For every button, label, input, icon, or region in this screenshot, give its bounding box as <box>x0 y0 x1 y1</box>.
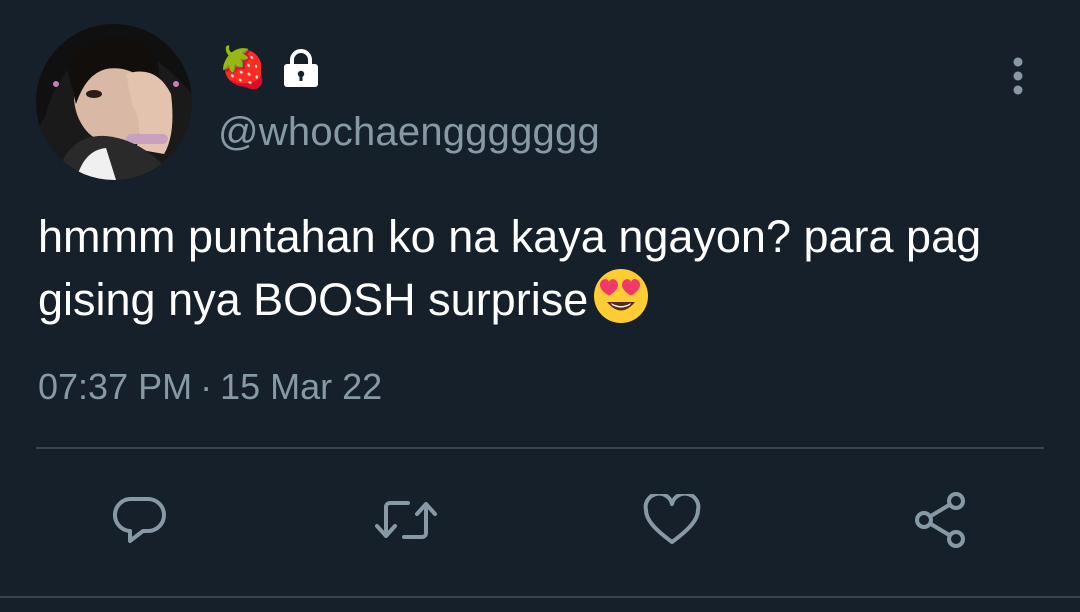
tweet-date: 15 Mar 22 <box>220 366 383 407</box>
tweet-timestamp[interactable]: 07:37 PM · 15 Mar 22 <box>38 366 382 408</box>
display-name[interactable]: 🍓 <box>218 40 322 96</box>
share-icon <box>915 492 965 548</box>
heart-icon <box>643 494 701 544</box>
user-handle[interactable]: @whochaenggggggg <box>218 110 600 155</box>
reply-button[interactable] <box>108 488 172 552</box>
tweet-body: hmmm puntahan ko na kaya ngayon? para pa… <box>38 211 982 325</box>
divider <box>36 447 1044 449</box>
like-button[interactable] <box>640 488 704 552</box>
more-options-button[interactable] <box>998 52 1038 100</box>
retweet-icon <box>375 501 437 539</box>
bottom-divider <box>0 596 1080 598</box>
strawberry-emoji: 🍓 <box>218 46 268 90</box>
tweet-time: 07:37 PM <box>38 366 193 407</box>
reply-icon <box>113 496 166 543</box>
avatar[interactable] <box>36 24 192 180</box>
lock-icon <box>280 47 322 89</box>
more-vertical-icon <box>1013 57 1023 95</box>
heart-eyes-emoji <box>592 267 650 340</box>
tweet-text: hmmm puntahan ko na kaya ngayon? para pa… <box>38 207 1048 340</box>
share-button[interactable] <box>908 488 972 552</box>
timestamp-separator: · <box>200 366 213 407</box>
retweet-button[interactable] <box>374 488 438 552</box>
